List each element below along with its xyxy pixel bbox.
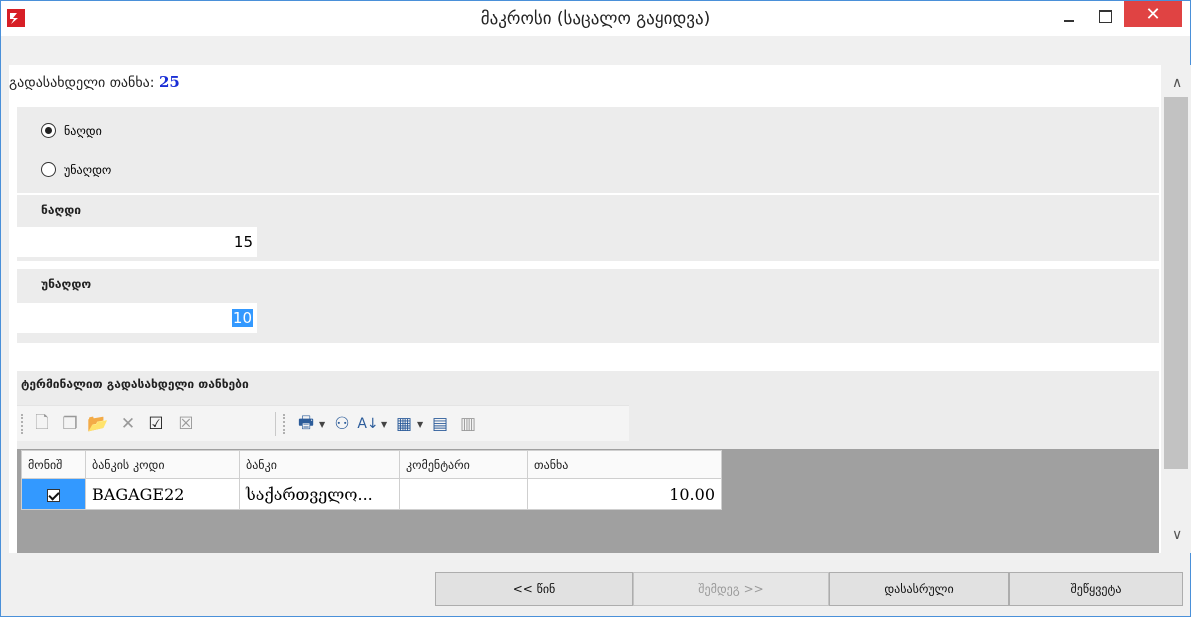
bank-cell[interactable]: საქართველო... — [239, 478, 400, 510]
row-checkbox[interactable] — [47, 488, 60, 502]
radio-cash-circle[interactable] — [41, 123, 56, 138]
new-document-icon[interactable]: 🗋 — [31, 413, 53, 434]
amount-due-label: გადასახდელი თანხა: — [9, 75, 155, 91]
amount-due: გადასახდელი თანხა: 25 — [9, 73, 180, 91]
comment-cell[interactable] — [399, 478, 528, 510]
noncash-panel: უნაღდო 10 — [17, 269, 1159, 343]
next-button[interactable]: შემდეგ >> — [633, 572, 829, 606]
column-header-bank[interactable]: ბანკი — [239, 450, 400, 479]
maximize-icon[interactable] — [1090, 3, 1120, 29]
cancel-button[interactable]: შეწყვეტა — [1009, 572, 1183, 606]
window-title: მაკროსი (საცალო გაყიდვა) — [480, 9, 711, 29]
column-header-amount[interactable]: თანხა — [527, 450, 722, 479]
close-button[interactable]: ✕ — [1124, 1, 1182, 27]
scroll-up-icon[interactable]: ∧ — [1172, 75, 1182, 91]
table-row[interactable]: BAGAGE22 საქართველო... 10.00 — [21, 478, 722, 510]
minimize-icon[interactable] — [1055, 3, 1085, 29]
back-button[interactable]: << წინ — [435, 572, 633, 606]
cash-input[interactable]: 15 — [17, 227, 257, 257]
noncash-label: უნაღდო — [41, 277, 92, 291]
column-header-comment[interactable]: კომენტარი — [399, 450, 528, 479]
amount-cell[interactable]: 10.00 — [527, 478, 722, 510]
copy-icon[interactable]: ❐ — [59, 414, 81, 434]
terminal-section-title: ტერმინალით გადასახდელი თანხები — [21, 377, 249, 391]
check-icon[interactable]: ☑ — [145, 414, 167, 434]
open-folder-icon[interactable]: 📂 — [87, 414, 109, 434]
export-icon[interactable]: ▤ — [429, 414, 451, 434]
radio-noncash[interactable]: უნაღდო — [41, 162, 111, 177]
noncash-input[interactable]: 10 — [17, 303, 257, 333]
grid-header-row: მონიშ ბანკის კოდი ბანკი კომენტარი თანხა — [21, 450, 722, 479]
column-header-select[interactable]: მონიშ — [21, 450, 86, 479]
radio-noncash-label: უნაღდო — [64, 162, 112, 177]
column-header-bank-code[interactable]: ბანკის კოდი — [85, 450, 240, 479]
format-dropdown-icon[interactable]: ▼ — [417, 420, 423, 429]
delete-icon[interactable]: ✕ — [117, 414, 139, 434]
find-icon[interactable]: ⚇ — [331, 414, 353, 434]
radio-cash-label: ნაღდი — [64, 123, 102, 138]
scroll-thumb[interactable] — [1164, 97, 1188, 469]
toolbar-grip[interactable] — [21, 414, 24, 434]
payment-type-panel: ნაღდი უნაღდო — [17, 107, 1159, 193]
scroll-down-icon[interactable]: ∨ — [1172, 527, 1182, 543]
sort-dropdown-icon[interactable]: ▼ — [381, 420, 387, 429]
close-icon: ✕ — [1145, 4, 1161, 25]
radio-cash[interactable]: ნაღდი — [41, 123, 102, 138]
cash-label: ნაღდი — [41, 203, 82, 217]
columns-icon[interactable]: ▥ — [457, 414, 479, 434]
finish-button[interactable]: დასასრული — [829, 572, 1009, 606]
uncheck-icon[interactable]: ☒ — [175, 414, 197, 434]
cash-panel: ნაღდი 15 — [17, 195, 1159, 261]
title-bar[interactable]: მაკროსი (საცალო გაყიდვა) ✕ — [1, 1, 1190, 36]
bank-code-cell[interactable]: BAGAGE22 — [85, 478, 240, 510]
toolbar-separator — [275, 412, 276, 436]
grid-toolbar: 🗋 ❐ 📂 ✕ ☑ ☒ 🖶 ▼ ⚇ A↓ ▼ ▦ ▼ ▤ ▥ — [17, 405, 629, 441]
noncash-input-value: 10 — [231, 309, 253, 327]
print-icon[interactable]: 🖶 — [295, 413, 317, 434]
print-dropdown-icon[interactable]: ▼ — [319, 420, 325, 429]
row-select-cell[interactable] — [21, 478, 86, 510]
radio-noncash-circle[interactable] — [41, 162, 56, 177]
amount-due-value: 25 — [158, 73, 180, 91]
vertical-scrollbar[interactable]: ∧ ∨ — [1163, 65, 1191, 553]
macros-window: მაკროსი (საცალო გაყიდვა) ✕ გადასახდელი თ… — [0, 0, 1191, 617]
cash-input-value: 15 — [233, 233, 253, 251]
format-icon[interactable]: ▦ — [393, 414, 415, 434]
sort-icon[interactable]: A↓ — [357, 414, 379, 434]
terminal-grid: მონიშ ბანკის კოდი ბანკი კომენტარი თანხა … — [21, 450, 722, 510]
toolbar-grip-2[interactable] — [283, 414, 286, 434]
